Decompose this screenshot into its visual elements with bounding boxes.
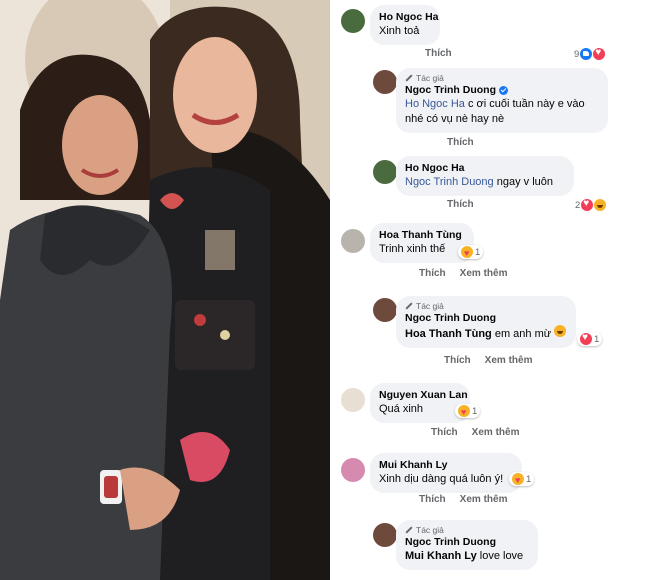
haha-reaction-icon [594, 199, 607, 211]
pencil-icon [405, 526, 413, 534]
see-more-button[interactable]: Xem thêm [460, 268, 508, 279]
love-reaction-icon [580, 332, 592, 345]
comment-text: Xinh dịu dàng quá luôn ý! [379, 473, 504, 485]
photo [0, 0, 330, 580]
avatar[interactable] [373, 70, 397, 94]
comments-panel: Ho Ngoc Ha Xinh toả Thích 9 Tác giả Ngoc… [333, 0, 660, 580]
author-name[interactable]: Mui Khanh Ly [379, 458, 513, 472]
reaction-count: 2 [575, 199, 581, 211]
comment-bubble: Tác giả Ngoc Trinh Duong Mui Khanh Ly lo… [396, 520, 538, 570]
like-button[interactable]: Thích [419, 268, 446, 279]
comment-actions: Thích [447, 199, 488, 210]
comment-text: Trinh xinh thế [379, 243, 446, 255]
comment-bubble: Ho Ngoc Ha Ngoc Trinh Duong ngay v luôn [396, 156, 574, 196]
avatar[interactable] [373, 523, 397, 547]
love-reaction-icon [593, 47, 606, 60]
reaction-count: 1 [475, 246, 481, 258]
reaction-summary[interactable]: 1 [509, 472, 535, 486]
like-button[interactable]: Thích [431, 427, 458, 438]
comment-bubble: Nguyen Xuan Lan Quá xinh [370, 383, 470, 423]
author-name[interactable]: Ngoc Trinh Duong [405, 535, 529, 549]
reaction-summary[interactable]: 2 [575, 198, 607, 211]
reaction-count: 1 [594, 333, 600, 345]
comment-text: ngay v luôn [493, 176, 553, 188]
comment-bubble: Tác giả Ngoc Trinh Duong Hoa Thanh Tùng … [396, 296, 576, 348]
care-reaction-icon [458, 405, 470, 417]
reaction-count: 9 [574, 48, 580, 60]
like-button[interactable]: Thích [425, 48, 452, 59]
comment-actions: Thích Xem thêm [444, 355, 546, 366]
care-reaction-icon [512, 473, 524, 485]
comment-actions: Thích Xem thêm [419, 268, 521, 279]
comment-bubble: Hoa Thanh Tùng Trinh xinh thế [370, 223, 474, 263]
comment-actions: Thích [425, 48, 466, 59]
comment-actions: Thích Xem thêm [431, 427, 533, 438]
like-button[interactable]: Thích [444, 355, 471, 366]
author-name[interactable]: Ho Ngoc Ha [379, 10, 439, 24]
comment-text: c ơi cuối tuần này e vào [464, 98, 585, 110]
comment-text: em anh mừ [491, 328, 552, 340]
author-name[interactable]: Ngoc Trinh Duong [405, 311, 567, 325]
like-button[interactable]: Thích [447, 199, 474, 210]
avatar[interactable] [373, 160, 397, 184]
author-badge: Tác giả [405, 301, 567, 311]
see-more-button[interactable]: Xem thêm [460, 494, 508, 505]
care-reaction-icon [461, 246, 473, 258]
avatar[interactable] [341, 9, 365, 33]
reaction-summary[interactable]: 1 [458, 245, 484, 259]
comment-text-line2: nhé có vụ nè hay nè [405, 113, 505, 125]
comment-actions: Thích Xem thêm [419, 494, 521, 505]
reaction-count: 1 [472, 405, 478, 417]
verified-icon [499, 85, 508, 95]
comment-bubble: Mui Khanh Ly Xinh dịu dàng quá luôn ý! [370, 453, 522, 493]
pencil-icon [405, 74, 413, 82]
author-name[interactable]: Ngoc Trinh Duong [405, 83, 496, 97]
author-name[interactable]: Hoa Thanh Tùng [379, 228, 465, 242]
like-button[interactable]: Thích [447, 137, 474, 148]
mention-link[interactable]: Hoa Thanh Tùng [405, 328, 492, 340]
see-more-button[interactable]: Xem thêm [485, 355, 533, 366]
avatar[interactable] [373, 298, 397, 322]
reaction-summary[interactable]: 1 [577, 332, 603, 346]
haha-emoji-icon [554, 325, 567, 337]
see-more-button[interactable]: Xem thêm [472, 427, 520, 438]
reaction-summary[interactable]: 1 [455, 404, 481, 418]
avatar[interactable] [341, 229, 365, 253]
mention-link[interactable]: Ngoc Trinh Duong [405, 176, 494, 188]
avatar[interactable] [341, 458, 365, 482]
comment-bubble: Ho Ngoc Ha Xinh toả [370, 5, 440, 45]
reaction-summary[interactable]: 9 [574, 47, 606, 60]
pencil-icon [405, 302, 413, 310]
mention-link[interactable]: Mui Khanh Ly [405, 550, 477, 562]
author-name[interactable]: Nguyen Xuan Lan [379, 388, 468, 402]
mention-link[interactable]: Ho Ngoc Ha [405, 98, 465, 110]
photo-illustration [0, 0, 330, 580]
author-badge: Tác giả [405, 73, 599, 83]
reaction-count: 1 [526, 473, 532, 485]
love-reaction-icon [581, 198, 594, 211]
avatar[interactable] [341, 388, 365, 412]
comment-text: Xinh toả [379, 25, 420, 37]
comment-bubble: Tác giả Ngoc Trinh Duong Ho Ngoc Ha c ơi… [396, 68, 608, 133]
comment-actions: Thích [447, 137, 488, 148]
comment-text: love love [476, 550, 524, 562]
author-badge: Tác giả [405, 525, 529, 535]
comment-text: Quá xinh [379, 403, 424, 415]
like-button[interactable]: Thích [419, 494, 446, 505]
author-name[interactable]: Ho Ngoc Ha [405, 161, 565, 175]
like-reaction-icon [580, 48, 593, 60]
